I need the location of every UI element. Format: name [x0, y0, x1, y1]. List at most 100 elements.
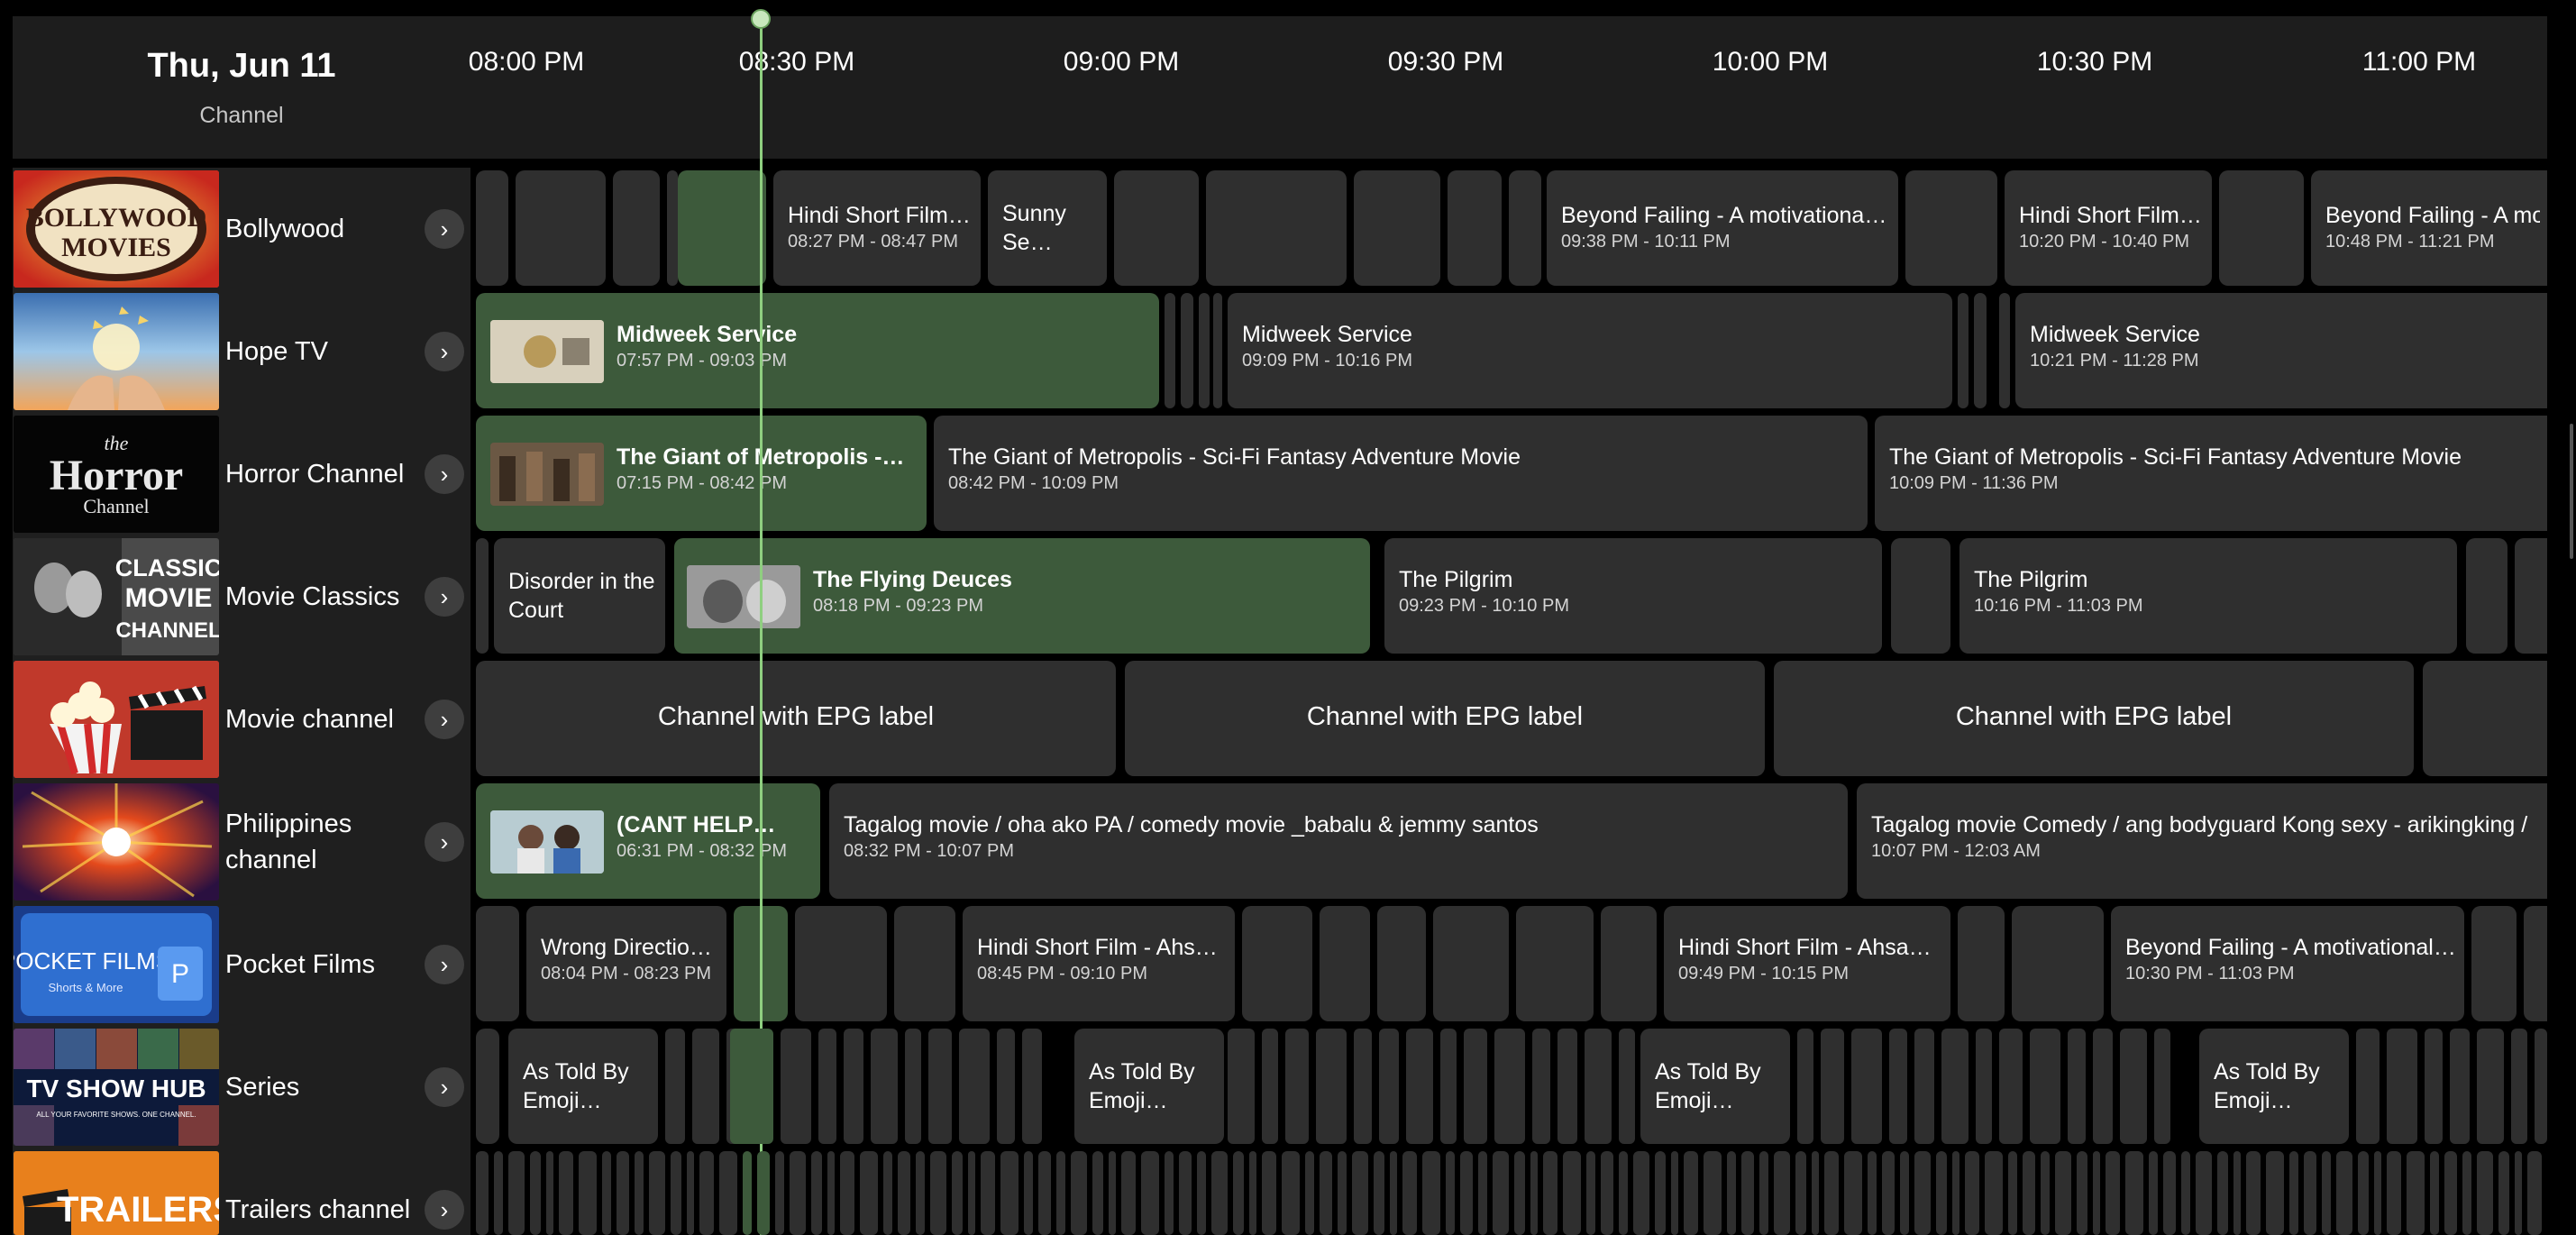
program-cell[interactable] — [699, 1151, 714, 1235]
program-cell-live[interactable]: (CANT HELP… 06:31 PM - 08:32 PM — [476, 783, 820, 899]
program-cell[interactable] — [476, 1151, 489, 1235]
chevron-right-icon[interactable]: › — [425, 945, 464, 984]
chevron-right-icon[interactable]: › — [425, 209, 464, 249]
program-cell[interactable] — [894, 906, 955, 1021]
program-cell[interactable] — [2163, 1151, 2176, 1235]
program-cell[interactable] — [2077, 1151, 2087, 1235]
program-cell[interactable] — [516, 170, 606, 286]
program-cell[interactable] — [1478, 1151, 1487, 1235]
program-cell[interactable]: Hindi Short Film - Ahsa… 08:45 PM - 09:1… — [963, 906, 1235, 1021]
program-cell[interactable]: Hindi Short Film - Ahsa… 09:49 PM - 10:1… — [1664, 906, 1950, 1021]
program-cell[interactable] — [968, 1151, 975, 1235]
program-cell[interactable] — [1851, 1029, 1882, 1144]
program-cell[interactable] — [2055, 1151, 2071, 1235]
program-cell[interactable] — [2106, 1151, 2120, 1235]
program-cell[interactable] — [2466, 538, 2507, 654]
program-cell[interactable] — [1514, 1151, 1525, 1235]
program-cell[interactable]: Hindi Short Film… 10:20 PM - 10:40 PM — [2005, 170, 2212, 286]
program-cell[interactable] — [2125, 1151, 2143, 1235]
program-cell[interactable] — [1958, 293, 1969, 408]
program-cell[interactable] — [1181, 293, 1193, 408]
program-cell[interactable] — [1812, 1151, 1819, 1235]
program-cell[interactable] — [1402, 1151, 1417, 1235]
program-cell[interactable] — [1262, 1151, 1276, 1235]
program-cell[interactable] — [546, 1151, 553, 1235]
chevron-right-icon[interactable]: › — [425, 1190, 464, 1230]
program-cell[interactable] — [959, 1029, 990, 1144]
program-cell-live[interactable] — [678, 170, 766, 286]
program-cell[interactable]: Tagalog movie Comedy / ang bodyguard Kon… — [1857, 783, 2547, 899]
program-cell[interactable] — [2471, 906, 2517, 1021]
program-cell[interactable] — [2233, 1151, 2241, 1235]
program-cell[interactable] — [730, 1029, 770, 1144]
program-cell[interactable] — [2407, 1151, 2425, 1235]
program-cell[interactable] — [1824, 1151, 1839, 1235]
channel-name[interactable]: Movie channel — [225, 701, 415, 737]
program-cell[interactable] — [1433, 906, 1509, 1021]
program-cell[interactable] — [2515, 1151, 2522, 1235]
program-cell[interactable] — [743, 1151, 752, 1235]
program-cell[interactable] — [1759, 1151, 1768, 1235]
program-cell[interactable] — [2093, 1151, 2100, 1235]
chevron-right-icon[interactable]: › — [425, 822, 464, 862]
program-cell[interactable] — [1285, 1029, 1309, 1144]
program-cell[interactable] — [667, 170, 678, 286]
program-cell[interactable] — [1165, 1151, 1174, 1235]
program-cell[interactable] — [1092, 1151, 1103, 1235]
program-cell[interactable] — [2041, 1151, 2050, 1235]
program-cell[interactable] — [579, 1151, 597, 1235]
program-cell[interactable] — [1338, 1151, 1347, 1235]
program-cell[interactable] — [1563, 1151, 1581, 1235]
program-cell[interactable] — [1024, 1151, 1033, 1235]
program-cell[interactable] — [1165, 293, 1175, 408]
program-cell[interactable]: The Giant of Metropolis - Sci-Fi Fantasy… — [934, 416, 1868, 531]
program-cell[interactable] — [559, 1151, 573, 1235]
program-cell[interactable] — [1891, 538, 1950, 654]
program-cell[interactable] — [1704, 1151, 1722, 1235]
program-cell[interactable] — [2430, 1151, 2439, 1235]
program-cell[interactable] — [1354, 1029, 1372, 1144]
program-cell[interactable] — [1557, 1029, 1577, 1144]
program-cell[interactable] — [530, 1151, 541, 1235]
program-cell[interactable] — [2387, 1151, 2401, 1235]
program-cell[interactable] — [1228, 1029, 1255, 1144]
program-cell[interactable] — [1056, 1151, 1065, 1235]
program-cell[interactable] — [2511, 1029, 2527, 1144]
program-cell[interactable] — [1460, 1151, 1473, 1235]
program-cell[interactable] — [871, 1029, 898, 1144]
program-cell[interactable] — [2289, 1151, 2298, 1235]
program-cell[interactable] — [2154, 1029, 2170, 1144]
program-cell[interactable] — [2217, 1151, 2228, 1235]
program-cell[interactable] — [1199, 293, 1210, 408]
program-cell[interactable] — [2093, 1029, 2113, 1144]
program-cell[interactable]: Tagalog movie / oha ako PA / comedy movi… — [829, 783, 1848, 899]
program-cell[interactable] — [719, 1151, 737, 1235]
program-cell[interactable] — [2358, 1151, 2369, 1235]
program-cell[interactable]: Channel with EPG label — [476, 661, 1116, 776]
program-cell[interactable] — [1446, 1151, 1455, 1235]
program-cell[interactable] — [2008, 1151, 2017, 1235]
program-cell[interactable] — [1197, 1151, 1206, 1235]
program-cell[interactable] — [2524, 906, 2547, 1021]
program-cell[interactable] — [790, 1151, 806, 1235]
program-cell[interactable] — [1619, 1029, 1635, 1144]
program-cell[interactable] — [1889, 1029, 1907, 1144]
program-cell[interactable] — [2336, 1151, 2352, 1235]
program-cell[interactable] — [476, 170, 508, 286]
program-cell[interactable] — [2012, 906, 2104, 1021]
program-cell[interactable] — [2219, 170, 2304, 286]
program-cell[interactable] — [757, 1151, 770, 1235]
program-cell[interactable] — [1494, 1029, 1525, 1144]
program-cell[interactable] — [687, 1151, 694, 1235]
program-cell[interactable] — [1493, 1151, 1509, 1235]
program-cell[interactable] — [1206, 170, 1347, 286]
program-cell[interactable]: Wrong Directio… 08:04 PM - 08:23 PM — [526, 906, 726, 1021]
program-cell[interactable] — [2535, 1029, 2547, 1144]
program-cell[interactable] — [1821, 1029, 1844, 1144]
channel-name[interactable]: Bollywood — [225, 211, 415, 247]
program-cell[interactable] — [613, 170, 660, 286]
program-cell[interactable] — [508, 1151, 525, 1235]
program-cell[interactable] — [1868, 1151, 1877, 1235]
program-cell[interactable]: Channel with EPG label — [1774, 661, 2414, 776]
channel-name[interactable]: Philippines channel — [225, 806, 415, 878]
